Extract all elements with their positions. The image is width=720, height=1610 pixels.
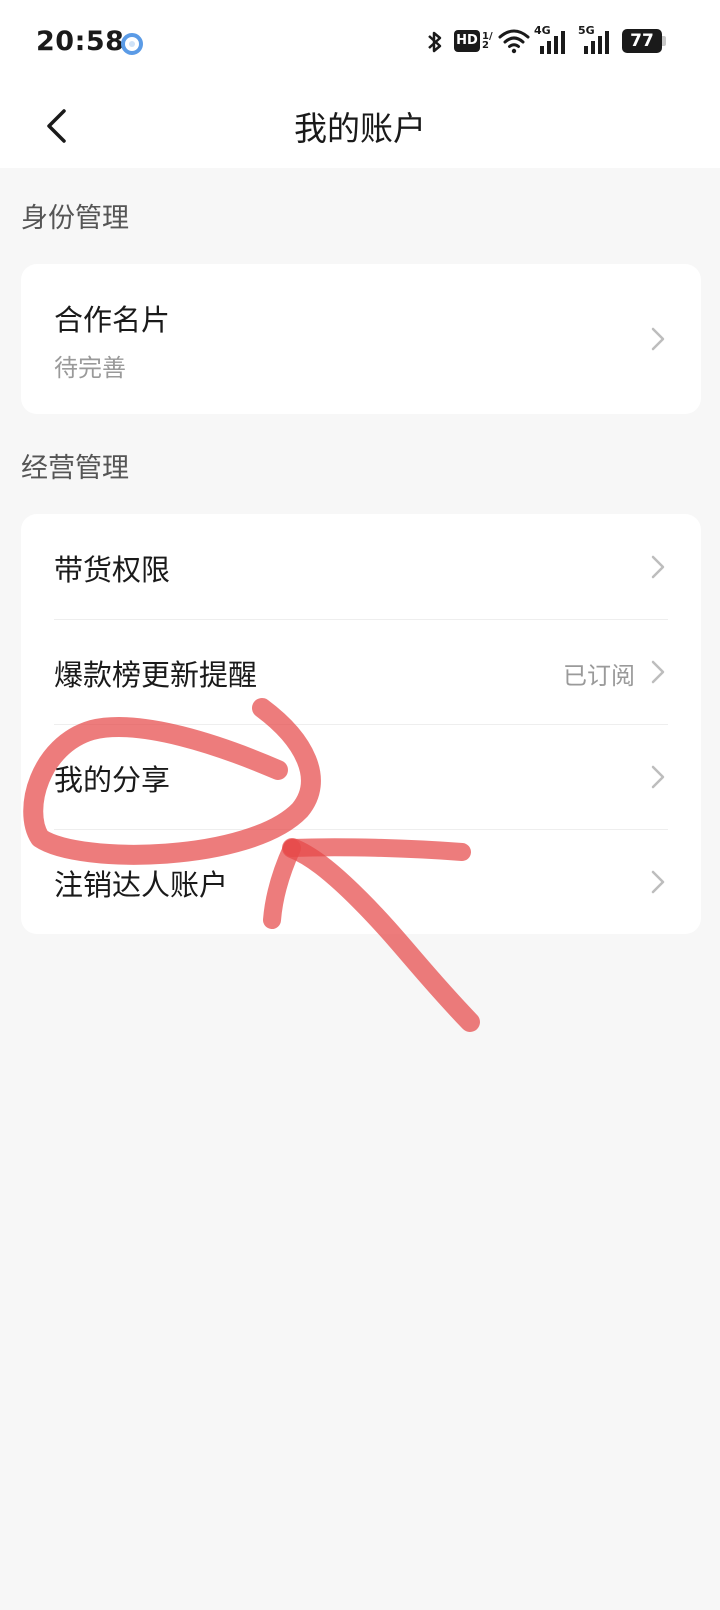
hd-label: HD (456, 33, 478, 48)
page-title: 我的账户 (294, 109, 426, 148)
chevron-right-icon (651, 765, 665, 789)
battery-icon: 77 (622, 29, 666, 53)
section-label-identity: 身份管理 (21, 203, 129, 234)
status-icons: HD 1/2 4G 5G 77 (426, 24, 676, 60)
list-item-cancel-account[interactable]: 注销达人账户 (21, 829, 701, 934)
list-item-title: 爆款榜更新提醒 (54, 658, 258, 692)
subscription-status: 已订阅 (563, 662, 635, 690)
list-item-title: 合作名片 (54, 303, 171, 337)
list-item-hot-list-reminder[interactable]: 爆款榜更新提醒 已订阅 (21, 619, 701, 724)
bluetooth-icon (428, 31, 442, 53)
chevron-right-icon (651, 870, 665, 894)
chevron-right-icon (651, 327, 665, 351)
business-card: 带货权限 爆款榜更新提醒 已订阅 我的分享 注销达人账户 (21, 514, 701, 934)
list-item-subtitle: 待完善 (54, 354, 126, 382)
list-item-title: 注销达人账户 (54, 868, 229, 902)
list-item-title: 我的分享 (54, 763, 171, 797)
nav-header: 我的账户 (0, 84, 720, 168)
sim-label: 1/2 (482, 31, 493, 51)
chevron-right-icon (651, 555, 665, 579)
signal-5g-icon (584, 31, 609, 54)
list-item-sales-permission[interactable]: 带货权限 (21, 514, 701, 619)
chevron-right-icon (651, 660, 665, 684)
battery-level: 77 (630, 31, 654, 51)
account-page: 20:58 HD 1/2 4G 5G 77 我的账户 身份管理 合作名片 待完善… (0, 0, 720, 1610)
wifi-icon (498, 29, 530, 54)
list-item-my-share[interactable]: 我的分享 (21, 724, 701, 829)
hd-icon: HD (454, 30, 480, 52)
app-notification-icon (121, 33, 143, 55)
list-item-title: 带货权限 (54, 553, 171, 587)
list-item-business-card[interactable]: 合作名片 待完善 (21, 264, 701, 414)
signal-4g-icon (540, 31, 565, 54)
status-time: 20:58 (36, 26, 125, 57)
section-label-business: 经营管理 (21, 453, 129, 484)
status-bar: 20:58 HD 1/2 4G 5G 77 (0, 0, 720, 84)
identity-card: 合作名片 待完善 (21, 264, 701, 414)
